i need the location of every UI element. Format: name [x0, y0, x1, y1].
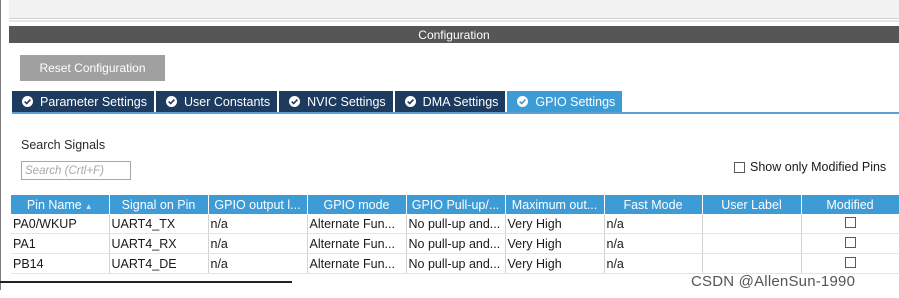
tab-dma-settings[interactable]: DMA Settings — [394, 91, 506, 112]
configuration-title: Configuration — [418, 27, 490, 42]
column-header-signal-on-pin[interactable]: Signal on Pin — [109, 195, 209, 214]
tab-label: GPIO Settings — [535, 94, 616, 109]
check-circle-icon — [404, 96, 416, 107]
bottom-divider — [0, 281, 292, 283]
column-header-gpio-output-level[interactable]: GPIO output l... — [208, 195, 308, 214]
column-header-user-label[interactable]: User Label — [702, 195, 802, 214]
table-row[interactable]: PA1 UART4_RX n/a Alternate Fun... No pul… — [11, 233, 899, 254]
cell-output-level: n/a — [208, 233, 308, 254]
table-row[interactable]: PA0/WKUP UART4_TX n/a Alternate Fun... N… — [11, 214, 899, 234]
search-signals-label: Search Signals — [21, 138, 106, 152]
cell-pin-name: PA1 — [11, 233, 110, 254]
cell-max-speed: Very High — [505, 214, 605, 234]
reset-configuration-button[interactable]: Reset Configuration — [20, 55, 165, 81]
check-circle-icon — [166, 96, 177, 107]
cell-fast-mode: n/a — [604, 253, 703, 274]
check-circle-icon — [22, 96, 33, 107]
show-modified-label: Show only Modified Pins — [750, 160, 887, 174]
cell-modified — [801, 214, 899, 234]
cell-user-label[interactable] — [702, 214, 802, 234]
tab-label: NVIC Settings — [307, 94, 386, 109]
cell-modified — [801, 233, 899, 254]
cell-gpio-mode: Alternate Fun... — [307, 253, 407, 274]
modified-checkbox[interactable] — [844, 236, 856, 248]
settings-tabs: Parameter Settings User Constants NVIC S… — [12, 91, 623, 112]
table-header-row: Pin Name ▲ Signal on Pin GPIO output l...… — [11, 195, 899, 214]
cell-gpio-mode: Alternate Fun... — [307, 233, 407, 254]
modified-checkbox[interactable] — [844, 256, 856, 268]
cell-signal: UART4_TX — [109, 214, 209, 234]
tab-label: DMA Settings — [422, 94, 499, 109]
cell-pull: No pull-up and... — [406, 214, 506, 234]
cell-pull: No pull-up and... — [406, 233, 506, 254]
cell-user-label[interactable] — [702, 233, 802, 254]
cell-user-label[interactable] — [702, 253, 802, 274]
cell-modified — [801, 253, 899, 274]
tab-label: User Constants — [184, 94, 271, 109]
cell-max-speed: Very High — [505, 253, 605, 274]
column-header-modified[interactable]: Modified — [801, 195, 899, 214]
divider — [9, 20, 899, 22]
column-header-gpio-mode[interactable]: GPIO mode — [307, 195, 407, 214]
tab-user-constants[interactable]: User Constants — [156, 91, 278, 112]
tab-underline — [12, 112, 899, 114]
cell-pin-name: PB14 — [11, 253, 110, 274]
tab-gpio-settings[interactable]: GPIO Settings — [507, 91, 623, 112]
column-header-maximum-output-speed[interactable]: Maximum out... — [505, 195, 605, 214]
cell-gpio-mode: Alternate Fun... — [307, 214, 407, 234]
cell-max-speed: Very High — [505, 233, 605, 254]
cell-fast-mode: n/a — [604, 233, 703, 254]
column-header-pin-name[interactable]: Pin Name ▲ — [11, 195, 110, 214]
cell-pin-name: PA0/WKUP — [11, 214, 110, 234]
top-panel — [9, 0, 899, 19]
tab-nvic-settings[interactable]: NVIC Settings — [279, 91, 393, 112]
search-input[interactable] — [21, 161, 131, 180]
show-modified-checkbox[interactable] — [734, 161, 745, 173]
configuration-header: Configuration — [9, 26, 899, 43]
modified-checkbox[interactable] — [844, 216, 856, 228]
column-header-gpio-pull[interactable]: GPIO Pull-up/... — [406, 195, 506, 214]
cell-signal: UART4_RX — [109, 233, 209, 254]
cell-output-level: n/a — [208, 214, 308, 234]
check-circle-icon — [517, 96, 529, 107]
gpio-pins-table: Pin Name ▲ Signal on Pin GPIO output l...… — [11, 195, 899, 274]
show-modified-pins-toggle[interactable]: Show only Modified Pins — [734, 160, 886, 174]
watermark: CSDN @AllenSun-1990 — [691, 273, 856, 290]
tab-label: Parameter Settings — [40, 94, 147, 109]
cell-output-level: n/a — [208, 253, 308, 274]
table-row[interactable]: PB14 UART4_DE n/a Alternate Fun... No pu… — [11, 253, 899, 274]
cell-signal: UART4_DE — [109, 253, 209, 274]
check-circle-icon — [289, 96, 301, 107]
column-header-fast-mode[interactable]: Fast Mode — [604, 195, 703, 214]
sort-ascending-icon: ▲ — [84, 201, 93, 211]
cell-pull: No pull-up and... — [406, 253, 506, 274]
window-edge — [0, 0, 1, 290]
cell-fast-mode: n/a — [604, 214, 703, 234]
tab-parameter-settings[interactable]: Parameter Settings — [12, 91, 154, 112]
